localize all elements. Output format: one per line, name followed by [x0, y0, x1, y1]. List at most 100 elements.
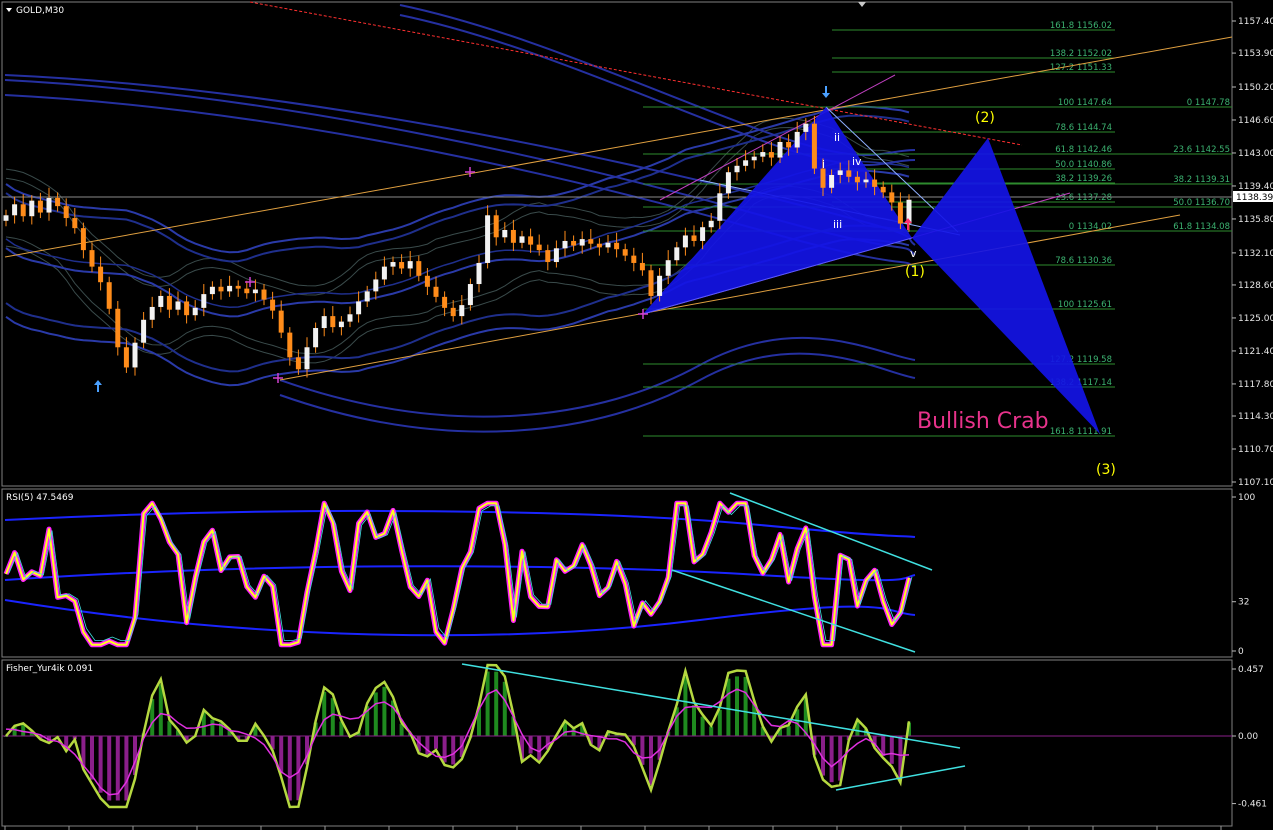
price-tick-label: 1153.90: [1238, 49, 1273, 59]
wave-label-iv: iv: [852, 155, 862, 168]
price-tick-label: 1150.20: [1238, 83, 1273, 93]
fib-label: 161.8 1111.91: [1050, 427, 1112, 437]
candle-body: [235, 285, 241, 289]
candle-body: [872, 179, 878, 187]
fisher-tick-label: -0.461: [1238, 800, 1267, 810]
price-tick-label: 1107.10: [1238, 478, 1273, 488]
fib-label: 138.2 1152.02: [1050, 49, 1112, 59]
candle-body: [485, 215, 491, 263]
symbol-title: GOLD,M30: [16, 6, 64, 16]
dropdown-arrow-icon[interactable]: [6, 8, 12, 12]
price-tick-label: 1114.30: [1238, 412, 1273, 422]
candle-body: [12, 204, 18, 216]
candle-body: [166, 295, 172, 310]
fisher-histogram-bar: [210, 719, 215, 736]
price-tick-label: 1132.10: [1238, 249, 1273, 259]
candle-body: [467, 284, 473, 306]
candle-body: [313, 328, 319, 348]
fisher-title: Fisher_Yur4ik 0.091: [6, 664, 93, 674]
fib-label-far: 0 1147.78: [1187, 98, 1230, 108]
fib-label-far: 50.0 1136.70: [1173, 198, 1230, 208]
fib-label: 50.0 1140.86: [1055, 160, 1112, 170]
fisher-histogram-bar: [434, 736, 438, 749]
candle-body: [158, 295, 164, 307]
up-arrow-icon: [94, 380, 102, 392]
candle-body: [674, 247, 680, 261]
candle-body: [261, 289, 267, 300]
fisher-histogram-bar: [692, 705, 696, 736]
candle-body: [897, 202, 903, 224]
fisher-histogram-bar: [700, 716, 705, 736]
candle-body: [682, 235, 688, 248]
fib-label-far: 23.6 1142.55: [1173, 145, 1230, 155]
candle-body: [20, 204, 26, 217]
candle-body: [854, 176, 860, 183]
candle-body: [493, 215, 499, 238]
fisher-histogram-bar: [743, 676, 748, 736]
candle-body: [63, 206, 69, 219]
candle-body: [691, 235, 697, 241]
candle-body: [622, 249, 628, 256]
candle-body: [786, 141, 792, 148]
fisher-histogram-bar: [502, 681, 507, 736]
candle-body: [639, 262, 645, 271]
candle-body: [390, 262, 396, 267]
candle-body: [657, 275, 663, 296]
candle-body: [571, 240, 577, 246]
chart-canvas[interactable]: 161.8 1156.02138.2 1152.02127.2 1151.331…: [0, 0, 1273, 830]
scroll-marker-icon[interactable]: [858, 2, 866, 7]
fisher-histogram-bar: [287, 736, 292, 801]
candle-body: [424, 275, 430, 287]
candle-body: [209, 286, 215, 295]
fisher-histogram-bar: [889, 736, 894, 764]
fisher-histogram-bar: [373, 692, 378, 736]
fib-label: 78.6 1144.74: [1055, 123, 1112, 133]
candle-body: [278, 310, 284, 333]
candle-body: [416, 261, 422, 276]
candle-body: [270, 299, 276, 311]
fisher-histogram-bar: [124, 736, 129, 801]
candle-body: [760, 152, 766, 157]
fisher-indicator: [2, 663, 1232, 809]
rsi-tick-label: 32: [1238, 598, 1249, 608]
candle-body: [519, 236, 525, 243]
candle-body: [407, 261, 413, 269]
price-tick-label: 1128.60: [1238, 281, 1273, 291]
bullish-crab-pattern: [642, 107, 1100, 434]
candle-body: [356, 301, 362, 315]
candle-body: [201, 294, 207, 308]
candle-body: [295, 357, 301, 370]
candle-body: [889, 192, 895, 203]
fisher-histogram-bar: [735, 676, 739, 736]
lower-envelope: [279, 352, 916, 433]
candle-body: [803, 123, 809, 132]
candle-body: [80, 228, 86, 251]
candle-body: [347, 314, 353, 322]
candle-body: [777, 141, 783, 158]
candle-body: [338, 321, 344, 328]
candle-body: [631, 255, 637, 263]
candle-body: [846, 170, 852, 177]
wave-label-ii: ii: [834, 131, 840, 144]
chart-title: GOLD,M30: [6, 6, 64, 16]
chart-window[interactable]: 161.8 1156.02 138.2 1152.02 127.2 1151.33 1…: [0, 0, 1273, 830]
fisher-histogram-bar: [571, 728, 576, 736]
candle-body: [37, 200, 43, 213]
fisher-histogram-bar: [829, 736, 834, 783]
candle-body: [98, 266, 104, 283]
candle-body: [46, 197, 52, 213]
candle-body: [106, 282, 112, 309]
candle-body: [829, 174, 835, 188]
candle-body: [459, 305, 465, 317]
candle-body: [476, 262, 482, 285]
price-tick-label: 1110.70: [1238, 445, 1273, 455]
fib-label: 78.6 1130.36: [1055, 256, 1112, 266]
price-tick-label: 1121.40: [1238, 347, 1273, 357]
upper-channel-line: [4, 36, 1233, 258]
wave-label-i: i: [822, 158, 825, 171]
candle-body: [863, 179, 869, 183]
candle-body: [510, 229, 516, 243]
lower-envelope: [279, 336, 916, 418]
candle-body: [252, 289, 258, 294]
candle-body: [708, 220, 714, 228]
